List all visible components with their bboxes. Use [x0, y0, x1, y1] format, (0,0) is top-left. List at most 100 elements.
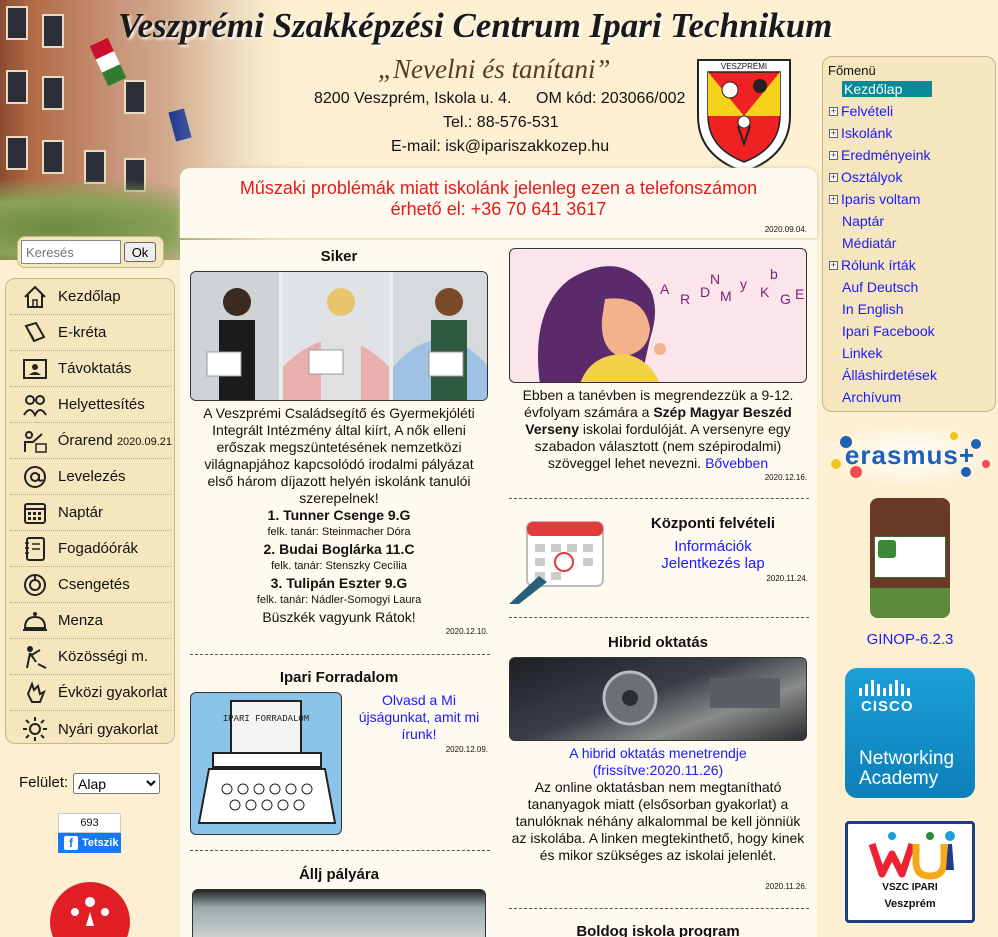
beszed-more-link[interactable]: Bővebben [705, 455, 768, 471]
cisco-academy-banner[interactable]: CISCO Networking Academy [845, 668, 975, 798]
nav-item-tavoktatas[interactable]: Távoktatás [10, 351, 172, 387]
menu-item-felveteli[interactable]: + Felvételi [829, 103, 893, 121]
forradalom-link[interactable]: Olvasd a Mi újságunkat, amit mi írunk! [350, 692, 488, 743]
people-icon [20, 391, 50, 419]
main-menu-title: Főmenü [828, 63, 876, 78]
menu-item-iparis-voltam[interactable]: + Iparis voltam [829, 191, 920, 209]
main-menu: Főmenü Kezdőlap + Felvételi + Iskolánk + Er… [822, 56, 996, 412]
skin-label: Felület: [19, 774, 69, 791]
nav-item-label: Távoktatás [58, 360, 132, 377]
nav-item-fogadoorak[interactable]: Fogadóórák [10, 531, 172, 567]
expand-icon[interactable]: + [829, 195, 838, 204]
vszc-wu-banner[interactable]: VSZC IPARI Veszprém [845, 821, 975, 923]
article-title-forradalom: Ipari Forradalom [279, 669, 399, 686]
nav-item-menza[interactable]: Menza [10, 603, 172, 639]
menu-item-linkek[interactable]: Linkek [829, 345, 882, 363]
red-emblem-logo[interactable] [50, 882, 130, 937]
siker-photo[interactable] [190, 271, 488, 401]
ginop-link[interactable]: GINOP-6.2.3 [822, 631, 998, 648]
menu-item-kezdolap[interactable]: Kezdőlap [829, 81, 933, 99]
beszed-verseny-image[interactable]: ARDMyKG Nb E [509, 248, 807, 383]
article-text-beszed: Ebben a tanévben is megrendezzük a 9-12.… [522, 387, 794, 471]
article-text-hibrid: Az online oktatásban nem megtanítható ta… [511, 779, 805, 863]
nav-item-label: Menza [58, 612, 104, 629]
nav-item-label: Közösségi m. [58, 648, 149, 665]
expand-icon[interactable]: + [829, 173, 838, 182]
sun-icon [20, 715, 50, 743]
allj-palyara-image[interactable] [192, 889, 486, 937]
menu-item-in-english[interactable]: In English [829, 301, 903, 319]
svg-text:K: K [760, 284, 770, 300]
erasmus-banner[interactable]: erasmus+ [826, 424, 994, 486]
erasmus-logo-text: erasmus+ [844, 440, 976, 470]
article-date-forradalom: 2020.12.09. [445, 745, 488, 754]
menu-item-ipari-facebook[interactable]: Ipari Facebook [829, 323, 935, 341]
menu-item-mediatar[interactable]: Médiatár [829, 235, 896, 253]
menu-item-iskolank[interactable]: + Iskolánk [829, 125, 892, 143]
menu-item-eredmenyeink[interactable]: + Eredményeink [829, 147, 931, 165]
menu-item-osztalyok[interactable]: + Osztályok [829, 169, 902, 187]
winner-2: 2. Budai Boglárka 11.C [263, 541, 415, 557]
nav-item-label: Naptár [58, 504, 104, 521]
winner-3-teacher: felk. tanár: Nádler-Somogyi Laura [256, 594, 422, 606]
nav-item-helyettesites[interactable]: Helyettesítés [10, 387, 172, 423]
svg-text:R: R [680, 291, 690, 307]
felveteli-info-link[interactable]: Információk [618, 538, 808, 555]
nav-item-nyari-gyakorlat[interactable]: Nyári gyakorlat [10, 711, 172, 747]
winner-1: 1. Tunner Csenge 9.G [267, 507, 411, 523]
ginop-photo[interactable] [870, 498, 950, 618]
cisco-brand: CISCO [861, 698, 914, 715]
skin-select[interactable]: Alap [73, 773, 160, 794]
facebook-like-count: 693 [58, 813, 121, 833]
left-nav-menu: Kezdőlap E-kréta Távoktatás Helyettesíté… [5, 278, 175, 744]
nav-item-label: E-kréta [58, 324, 107, 341]
cisco-line2: Academy [859, 768, 939, 789]
facebook-like-button[interactable]: f Tetszik [58, 833, 121, 853]
cisco-bars-icon [859, 680, 910, 696]
menu-item-allashirdetesek[interactable]: Álláshirdetések [829, 367, 937, 385]
article-title-siker: Siker [320, 248, 358, 265]
alert-text: Műszaki problémák miatt iskolánk jelenle… [239, 178, 758, 219]
nav-item-label: Fogadóórák [58, 540, 139, 557]
search-button[interactable]: Ok [124, 242, 156, 262]
nav-item-label: Helyettesítés [58, 396, 145, 413]
menu-item-naptar[interactable]: Naptár [829, 213, 884, 231]
expand-icon[interactable]: + [829, 151, 838, 160]
cisco-line1: Networking [859, 748, 955, 769]
nav-item-kezdolap[interactable]: Kezdőlap [10, 279, 172, 315]
menu-item-archivum[interactable]: Archívum [829, 389, 901, 407]
orarend-date: 2020.09.21 [116, 436, 172, 448]
nav-item-ekreta[interactable]: E-kréta [10, 315, 172, 351]
hibrid-schedule-link[interactable]: A hibrid oktatás menetrendje (frissítve:… [509, 745, 807, 779]
hand-icon [20, 679, 50, 707]
winner-1-teacher: felk. tanár: Steinmacher Dóra [267, 526, 411, 538]
menu-item-rolunk-irtak[interactable]: + Rólunk írták [829, 257, 916, 275]
expand-icon[interactable]: + [829, 261, 838, 270]
typewriter-image[interactable]: IPARI FORRADALOM [190, 692, 342, 835]
search-input[interactable] [21, 240, 121, 264]
nav-item-levelezes[interactable]: Levelezés [10, 459, 172, 495]
article-title-hibrid: Hibrid oktatás [607, 634, 709, 651]
nav-item-orarend[interactable]: Órarend 2020.09.21 [10, 423, 172, 459]
nav-item-label: Nyári gyakorlat [58, 720, 159, 738]
hibrid-oktatas-image[interactable] [509, 657, 807, 741]
community-icon [20, 643, 50, 671]
nav-item-csengetes[interactable]: Csengetés [10, 567, 172, 603]
nav-item-naptar[interactable]: Naptár [10, 495, 172, 531]
alert-banner: Műszaki problémák miatt iskolánk jelenle… [180, 168, 817, 238]
article-date-hibrid: 2020.11.26. [765, 882, 807, 891]
felveteli-application-link[interactable]: Jelentkezés lap [618, 555, 808, 572]
menu-item-auf-deutsch[interactable]: Auf Deutsch [829, 279, 918, 297]
home-icon [20, 283, 50, 311]
nav-item-kozossegi[interactable]: Közösségi m. [10, 639, 172, 675]
wu-line2: Veszprém [884, 898, 936, 910]
email[interactable]: E-mail: isk@ipariszakkozep.hu [391, 138, 609, 156]
expand-icon[interactable]: + [829, 107, 838, 116]
alert-date: 2020.09.04. [764, 225, 807, 234]
phone: Tel.: 88-576-531 [443, 114, 559, 131]
cloche-icon [20, 607, 50, 635]
wu-logo-icon [868, 831, 955, 880]
expand-icon[interactable]: + [829, 129, 838, 138]
article-date-beszed: 2020.12.16. [764, 473, 807, 482]
nav-item-evkozi-gyakorlat[interactable]: Évközi gyakorlat [10, 675, 172, 711]
